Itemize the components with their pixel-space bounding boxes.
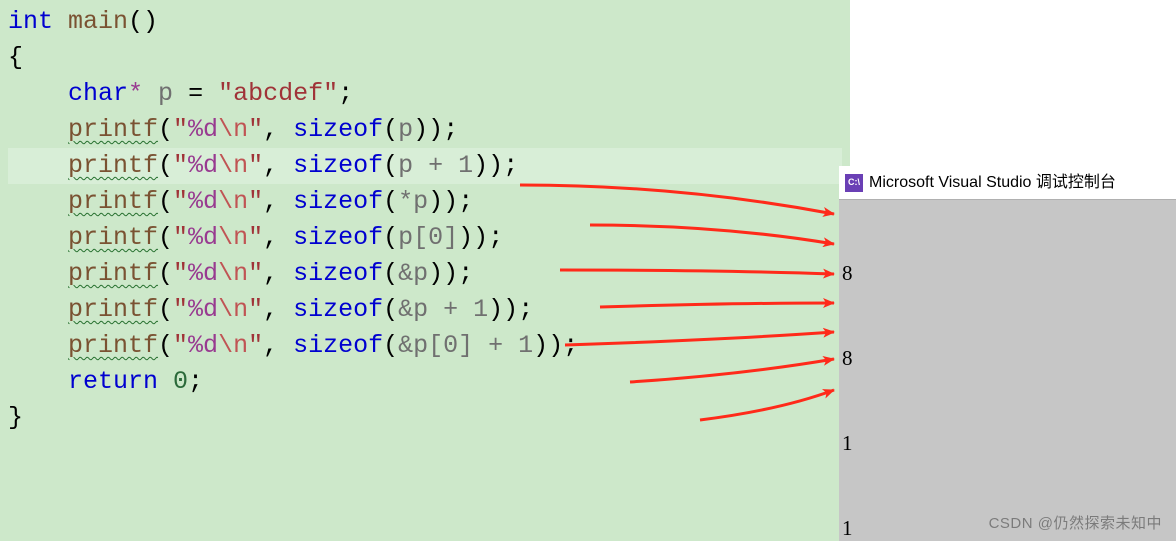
brace-close: } — [8, 403, 23, 432]
line-printf-7: printf("%d\n", sizeof(&p[0] + 1)); — [8, 328, 842, 364]
main-fn: main — [68, 7, 128, 36]
code-editor[interactable]: int main() { char* p = "abcdef"; printf(… — [0, 0, 850, 541]
console-titlebar[interactable]: C:\ Microsoft Visual Studio 调试控制台 — [839, 166, 1176, 200]
line-printf-4: printf("%d\n", sizeof(p[0])); — [8, 220, 842, 256]
output-line: 8 — [842, 259, 1173, 287]
vs-icon: C:\ — [845, 174, 863, 192]
line-printf-2: printf("%d\n", sizeof(p + 1)); — [8, 148, 842, 184]
console-title-text: Microsoft Visual Studio 调试控制台 — [869, 172, 1116, 194]
console-body: 8 8 1 1 8 8 8 D:\code\c-language-lea 按任意… — [839, 200, 1176, 541]
line-printf-5: printf("%d\n", sizeof(&p)); — [8, 256, 842, 292]
line-printf-6: printf("%d\n", sizeof(&p + 1)); — [8, 292, 842, 328]
keyword-int: int — [8, 7, 53, 36]
debug-console[interactable]: C:\ Microsoft Visual Studio 调试控制台 8 8 1 … — [839, 166, 1176, 541]
brace-open: { — [8, 43, 23, 72]
watermark: CSDN @仍然探索未知中 — [989, 512, 1162, 533]
output-line: 8 — [842, 344, 1173, 372]
line-printf-1: printf("%d\n", sizeof(p)); — [8, 112, 842, 148]
output-line: 1 — [842, 429, 1173, 457]
line-printf-3: printf("%d\n", sizeof(*p)); — [8, 184, 842, 220]
